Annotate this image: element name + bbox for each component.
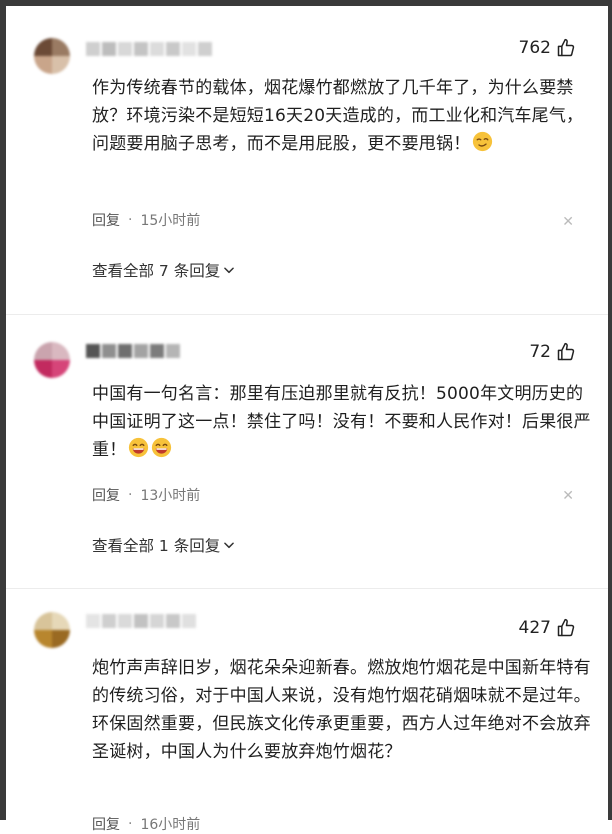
comment-text: 炮竹声声辞旧岁，烟花朵朵迎新春。燃放炮竹烟花是中国新年特有的传统习俗，对于中国人… (92, 658, 591, 762)
expand-replies-label: 查看全部 7 条回复 (92, 262, 221, 280)
comment-text: 中国有一句名言：那里有压迫那里就有反抗！5000年文明历史的中国证明了这一点！禁… (92, 384, 591, 460)
chevron-down-icon (224, 267, 235, 274)
avatar[interactable] (34, 38, 70, 74)
like-button[interactable]: 762 (519, 38, 576, 58)
comment-item: 762 作为传统春节的载体，烟花爆竹都燃放了几千年了，为什么要禁放？环境污染不是… (34, 38, 586, 298)
thumbs-up-icon (557, 618, 575, 637)
comment-meta: 回复 · 15小时前 (92, 210, 200, 230)
separator-dot: · (128, 816, 133, 832)
expand-replies-button[interactable]: 查看全部 7 条回复 (92, 259, 236, 281)
timestamp: 15小时前 (140, 213, 201, 229)
grin-emoji-icon (152, 437, 172, 458)
close-icon[interactable]: ✕ (562, 488, 574, 504)
reply-button[interactable]: 回复 (92, 814, 120, 834)
smirk-emoji-icon (473, 131, 493, 152)
separator-dot: · (128, 487, 133, 503)
like-button[interactable]: 72 (529, 342, 576, 362)
username-blurred[interactable] (86, 614, 196, 628)
avatar[interactable] (34, 342, 70, 378)
grin-emoji-icon (129, 437, 149, 458)
username-blurred[interactable] (86, 344, 180, 358)
reply-button[interactable]: 回复 (92, 485, 120, 505)
comment-meta: 回复 · 13小时前 (92, 485, 200, 505)
thumbs-up-icon (557, 342, 575, 361)
comment-divider (6, 588, 608, 589)
username-blurred[interactable] (86, 42, 212, 56)
chevron-down-icon (224, 542, 235, 549)
avatar[interactable] (34, 612, 70, 648)
separator-dot: · (128, 212, 133, 228)
comment-meta: 回复 · 16小时前 (92, 814, 200, 834)
comment-text: 作为传统春节的载体，烟花爆竹都燃放了几千年了，为什么要禁放？环境污染不是短短16… (92, 78, 584, 154)
timestamp: 13小时前 (140, 488, 201, 504)
expand-replies-button[interactable]: 查看全部 1 条回复 (92, 534, 236, 556)
like-count: 72 (529, 342, 551, 362)
like-count: 762 (518, 38, 551, 58)
like-count: 427 (518, 618, 551, 638)
reply-button[interactable]: 回复 (92, 210, 120, 230)
window-frame-right (608, 0, 612, 820)
window-frame-top (0, 0, 612, 6)
thumbs-up-icon (557, 38, 575, 57)
expand-replies-label: 查看全部 1 条回复 (92, 537, 221, 555)
comment-divider (6, 314, 608, 315)
like-button[interactable]: 427 (519, 618, 576, 638)
window-frame-left (0, 0, 6, 820)
timestamp: 16小时前 (140, 817, 201, 833)
comment-item: 72 中国有一句名言：那里有压迫那里就有反抗！5000年文明历史的中国证明了这一… (34, 342, 591, 582)
close-icon[interactable]: ✕ (562, 214, 574, 230)
comment-item: 427 炮竹声声辞旧岁，烟花朵朵迎新春。燃放炮竹烟花是中国新年特有的传统习俗，对… (34, 612, 591, 833)
